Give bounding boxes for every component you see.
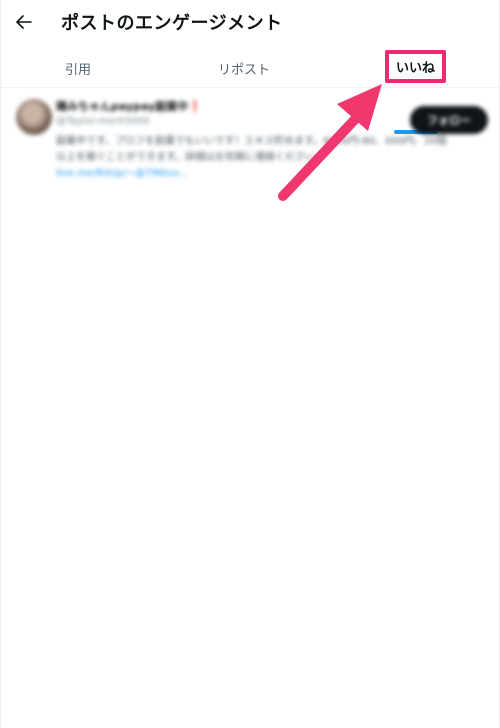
user-display-name: 陽みちゃんpaypay副業中❗ [56, 100, 202, 113]
user-bio-text: 副業中です。プロフを副業でもいいです！エキス貯めます。6000円-80、000円… [56, 136, 447, 163]
tab-reposts[interactable]: リポスト [200, 48, 288, 88]
user-bio: 副業中です。プロフを副業でもいいです！エキス貯めます。6000円-80、000円… [56, 134, 456, 182]
avatar[interactable] [16, 99, 52, 135]
top-header: ポストのエンゲージメント [0, 0, 500, 44]
follow-button[interactable]: フォロー [410, 106, 488, 134]
engagement-tabs: 引用 リポスト いいね [0, 48, 500, 134]
user-list-item[interactable]: 陽みちゃんpaypay副業中❗ @Taylor.mer43000 副業中です。プ… [0, 89, 500, 199]
user-bio-link[interactable]: line.me/R/ti/p/~@796luv... [56, 166, 456, 182]
tab-likes[interactable]: いいね [385, 50, 446, 83]
arrow-left-icon [16, 15, 32, 29]
page-title: ポストのエンゲージメント [61, 13, 283, 34]
tab-quotes[interactable]: 引用 [40, 48, 116, 88]
back-button[interactable] [10, 8, 38, 36]
user-handle: @Taylor.mer43000 [56, 116, 150, 127]
